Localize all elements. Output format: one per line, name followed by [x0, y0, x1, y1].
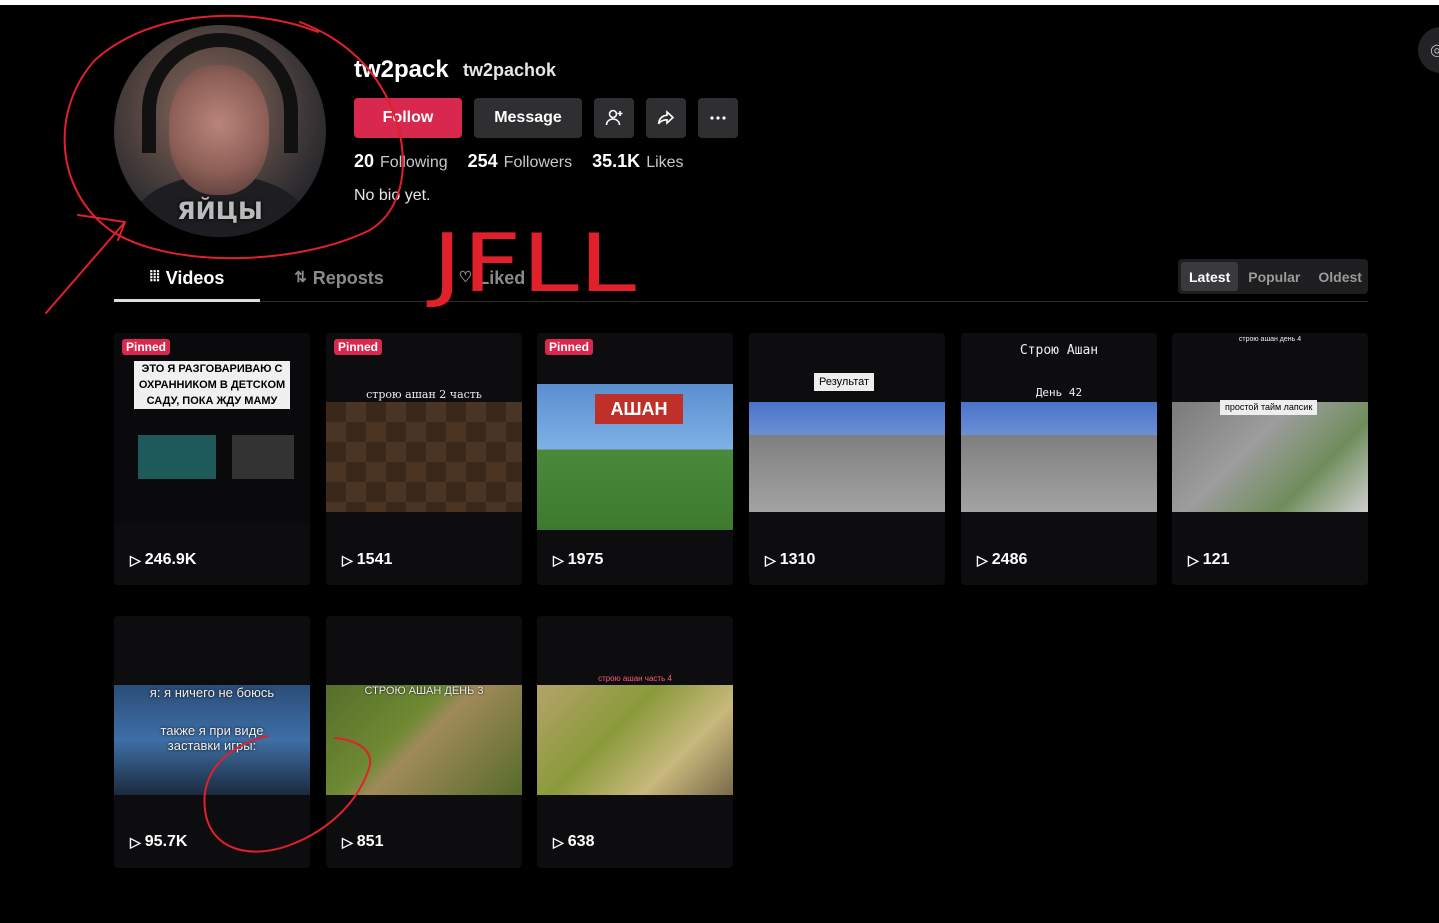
sort-popular[interactable]: Popular [1240, 262, 1308, 291]
video-card[interactable]: строю ашан 2 часть Pinned ▷ 1541 [326, 333, 522, 585]
tab-videos[interactable]: ⦙⦙⦙ Videos [114, 268, 260, 302]
add-friend-button[interactable] [594, 98, 634, 138]
grid-icon: ⦙⦙⦙ [149, 268, 160, 285]
video-card[interactable]: Результат ▷ 1310 [749, 333, 945, 585]
stat-following[interactable]: 20 Following [354, 151, 448, 172]
video-caption: СТРОЮ АШАН ДЕНЬ 3 [364, 685, 484, 697]
sort-oldest[interactable]: Oldest [1310, 262, 1370, 291]
avatar-caption: ЯЙЦЫ [177, 197, 263, 225]
play-icon: ▷ [765, 551, 776, 568]
view-count: ▷ 2486 [977, 551, 1028, 568]
video-thumbnail [1172, 402, 1368, 512]
video-subcaption: также я при виде заставки игры: [160, 723, 264, 753]
sort-segmented-control: Latest Popular Oldest [1178, 259, 1368, 294]
play-icon: ▷ [342, 551, 353, 568]
video-card[interactable]: я: я ничего не боюсь также я при виде за… [114, 616, 310, 868]
video-thumbnail [961, 402, 1157, 512]
follow-button[interactable]: Follow [354, 98, 462, 138]
heart-icon: ♡ [458, 269, 473, 286]
video-caption: строю ашан часть 4 [598, 674, 672, 683]
stat-followers[interactable]: 254 Followers [468, 151, 573, 172]
ashan-sign: АШАН [595, 394, 683, 424]
video-card[interactable]: ЭТО Я РАЗГОВАРИВАЮ С ОХРАННИКОМ В ДЕТСКО… [114, 333, 310, 585]
repost-icon: ⇅ [294, 269, 307, 286]
view-count: ▷ 1975 [553, 551, 604, 568]
video-thumbnail [326, 402, 522, 512]
view-count: ▷ 246.9K [130, 551, 197, 568]
view-count: ▷ 1310 [765, 551, 816, 568]
play-icon: ▷ [1188, 551, 1199, 568]
view-count: ▷ 851 [342, 833, 384, 850]
profile-bio: No bio yet. [354, 187, 431, 204]
pinned-badge: Pinned [545, 339, 594, 355]
share-button[interactable] [646, 98, 686, 138]
play-icon: ▷ [342, 833, 353, 850]
view-count: ▷ 121 [1188, 551, 1230, 568]
video-caption: строю ашан 2 часть [366, 388, 482, 401]
play-icon: ▷ [553, 833, 564, 850]
stream-cam-1 [138, 435, 216, 479]
video-caption: Строю Ашан [1019, 343, 1099, 358]
more-options-button[interactable] [698, 98, 738, 138]
add-user-icon [605, 109, 623, 126]
video-thumbnail [749, 402, 945, 512]
video-caption: Результат [814, 373, 875, 391]
tab-reposts[interactable]: ⇅ Reposts [274, 268, 404, 302]
profile-stats: 20 Following 254 Followers 35.1K Likes [354, 151, 684, 172]
stream-cam-2 [232, 435, 294, 479]
video-caption: ЭТО Я РАЗГОВАРИВАЮ С ОХРАННИКОМ В ДЕТСКО… [134, 361, 290, 409]
stat-likes: 35.1K Likes [592, 151, 684, 171]
video-subcaption: простой тайм лапсик [1220, 400, 1318, 415]
pinned-badge: Pinned [334, 339, 383, 355]
tab-liked[interactable]: ♡ Liked [430, 268, 554, 302]
avatar[interactable]: ЯЙЦЫ [114, 25, 326, 237]
play-icon: ▷ [977, 551, 988, 568]
settings-corner-icon[interactable]: ◎ [1418, 27, 1439, 73]
view-count: ▷ 638 [553, 833, 595, 850]
avatar-headset [142, 33, 298, 153]
play-icon: ▷ [130, 551, 141, 568]
view-count: ▷ 95.7K [130, 833, 188, 850]
play-icon: ▷ [130, 833, 141, 850]
video-subcaption: День 42 [1035, 386, 1083, 399]
video-card[interactable]: строю ашан часть 4 ▷ 638 [537, 616, 733, 868]
sort-latest[interactable]: Latest [1181, 262, 1239, 291]
username: tw2pack [354, 56, 449, 83]
message-button[interactable]: Message [474, 98, 582, 138]
video-caption: я: я ничего не боюсь [149, 685, 275, 700]
video-card[interactable]: Строю Ашан День 42 ▷ 2486 [961, 333, 1157, 585]
video-thumbnail: АШАН [537, 384, 733, 530]
view-count: ▷ 1541 [342, 551, 393, 568]
pinned-badge: Pinned [122, 339, 171, 355]
more-icon [710, 116, 726, 120]
video-caption: строю ашан день 4 [1238, 336, 1302, 343]
video-thumbnail [537, 685, 733, 795]
share-icon [657, 110, 675, 125]
video-card[interactable]: строю ашан день 4 простой тайм лапсик ▷ 1… [1172, 333, 1368, 585]
play-icon: ▷ [553, 551, 564, 568]
video-card[interactable]: СТРОЮ АШАН ДЕНЬ 3 ▷ 851 [326, 616, 522, 868]
user-handle: tw2pachok [463, 60, 557, 80]
top-strip [0, 0, 1439, 5]
video-thumbnail [326, 685, 522, 795]
video-card[interactable]: АШАН Pinned ▷ 1975 [537, 333, 733, 585]
